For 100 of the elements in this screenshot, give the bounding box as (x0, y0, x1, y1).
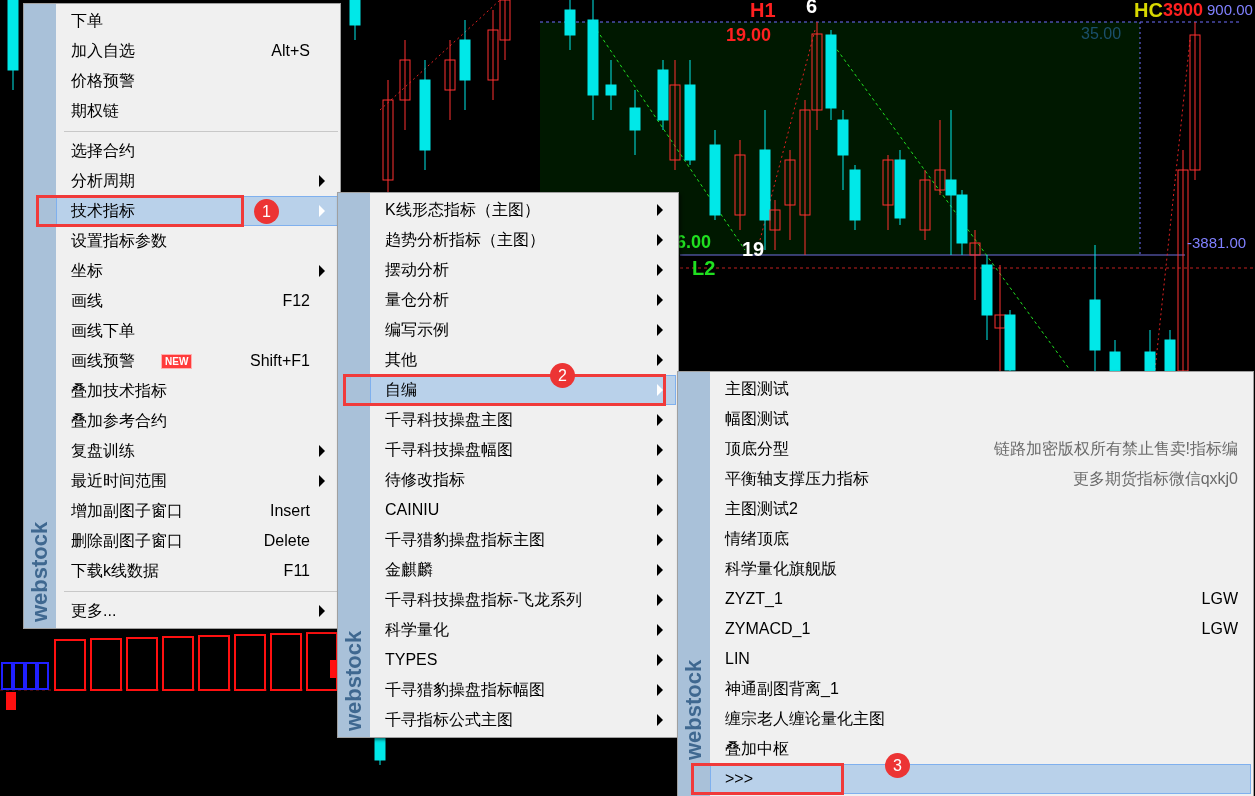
menu-item[interactable]: 幅图测试 (710, 404, 1251, 434)
menu-item-label: 科学量化 (385, 620, 449, 640)
menu-item[interactable]: 科学量化 (370, 615, 676, 645)
menu-item-label: 千寻猎豹操盘指标幅图 (385, 680, 545, 700)
menu-item[interactable]: 删除副图子窗口 Delete (56, 526, 338, 556)
menu-item[interactable]: ZYZT_1 LGW (710, 584, 1251, 614)
menu-item-label: 金麒麟 (385, 560, 433, 580)
menu-item[interactable]: 复盘训练 (56, 436, 338, 466)
menu-item-label: 编写示例 (385, 320, 449, 340)
candlestick (1109, 339, 1121, 372)
menu-item-label: 分析周期 (71, 171, 135, 191)
menu-item[interactable]: 期权链 (56, 96, 338, 126)
menu-item-label: 神通副图背离_1 (725, 679, 839, 699)
menu-item[interactable]: 编写示例 (370, 315, 676, 345)
menu-item-label: TYPES (385, 650, 438, 670)
menu-item-label: 技术指标 (71, 201, 135, 221)
menu-item[interactable]: 增加副图子窗口 Insert (56, 496, 338, 526)
menu-item[interactable]: 叠加技术指标 (56, 376, 338, 406)
menu-item-shortcut: LGW (1201, 589, 1238, 609)
menu-item[interactable]: 千寻科技操盘主图 (370, 405, 676, 435)
menu-item[interactable]: K线形态指标（主图） (370, 195, 676, 225)
menu-item[interactable]: 主图测试 (710, 374, 1251, 404)
menu-item-label: 缠宗老人缠论量化主图 (725, 709, 885, 729)
menu-item[interactable]: 千寻猎豹操盘指标幅图 (370, 675, 676, 705)
chart-label: 3900 (1163, 1, 1204, 19)
menu-item-label: 主图测试2 (725, 499, 798, 519)
menu-item[interactable]: 千寻指标公式主图 (370, 705, 676, 735)
menu-item[interactable]: 千寻猎豹操盘指标主图 (370, 525, 676, 555)
candlestick (349, 0, 361, 41)
menu-item-label: 设置指标参数 (71, 231, 167, 251)
menu-item-label: 删除副图子窗口 (71, 531, 183, 551)
menu-item-shortcut: Alt+S (271, 41, 310, 61)
menu-item-shortcut: 链路加密版权所有禁止售卖!指标编 (993, 439, 1238, 459)
menu-item-label: 量仓分析 (385, 290, 449, 310)
menu-item-label: ZYMACD_1 (725, 619, 811, 639)
menu-item[interactable]: 画线下单 (56, 316, 338, 346)
menu-item[interactable]: 选择合约 (56, 136, 338, 166)
candlestick (605, 59, 617, 111)
menu-item-label: K线形态指标（主图） (385, 200, 540, 220)
brand-logo: webstock (29, 521, 51, 622)
menu-item[interactable]: TYPES (370, 645, 676, 675)
menu-item[interactable]: 顶底分型 链路加密版权所有禁止售卖!指标编 (710, 434, 1251, 464)
chart-label: 6 (806, 0, 818, 16)
menu-item-label: 下单 (71, 11, 103, 31)
menu-item[interactable]: 叠加参考合约 (56, 406, 338, 436)
menu-item[interactable]: 金麒麟 (370, 555, 676, 585)
menu-item[interactable]: 加入自选 Alt+S (56, 36, 338, 66)
menu-item[interactable]: 科学量化旗舰版 (710, 554, 1251, 584)
menu-item[interactable]: 设置指标参数 (56, 226, 338, 256)
menu-item-shortcut: LGW (1201, 619, 1238, 639)
menu-item[interactable]: 情绪顶底 (710, 524, 1251, 554)
menu-item[interactable]: 千寻科技操盘指标-飞龙系列 (370, 585, 676, 615)
menu-item-label: 价格预警 (71, 71, 135, 91)
menu-item-shortcut: Insert (270, 501, 310, 521)
menu-item[interactable]: 趋势分析指标（主图） (370, 225, 676, 255)
candlestick (198, 635, 230, 691)
new-badge: NEW (161, 353, 193, 369)
menu-item-label: LIN (725, 649, 750, 669)
menu-item-shortcut: 更多期货指标微信qxkj0 (1072, 469, 1238, 489)
chart-label: L2 (692, 258, 716, 278)
menu-item-label: 加入自选 (71, 41, 135, 61)
menu-item-label: 待修改指标 (385, 470, 465, 490)
menu-item-label: 千寻科技操盘主图 (385, 410, 513, 430)
menu-item[interactable]: 下载k线数据 F11 (56, 556, 338, 586)
menu-item-label: 情绪顶底 (725, 529, 789, 549)
menu-item[interactable]: 画线 F12 (56, 286, 338, 316)
candlestick (629, 89, 641, 156)
menu-item[interactable]: 神通副图背离_1 (710, 674, 1251, 704)
menu-item[interactable]: 摆动分析 (370, 255, 676, 285)
menu-item-label: 最近时间范围 (71, 471, 167, 491)
candlestick (1144, 329, 1156, 372)
menu-item-label: CAINIU (385, 500, 440, 520)
menu-item-label: ZYZT_1 (725, 589, 783, 609)
menu-item[interactable]: 价格预警 (56, 66, 338, 96)
menu-item-label: 幅图测试 (725, 409, 789, 429)
menu-item[interactable]: 待修改指标 (370, 465, 676, 495)
menu-item-shortcut: F12 (282, 291, 310, 311)
menu-item[interactable]: LIN (710, 644, 1251, 674)
menu-item-label: 千寻猎豹操盘指标主图 (385, 530, 545, 550)
menu-item[interactable]: ZYMACD_1 LGW (710, 614, 1251, 644)
menu-item[interactable]: 量仓分析 (370, 285, 676, 315)
menu-item-label: 叠加中枢 (725, 739, 789, 759)
menu-item[interactable]: CAINIU (370, 495, 676, 525)
menu-item[interactable]: 缠宗老人缠论量化主图 (710, 704, 1251, 734)
menu-item[interactable]: 千寻科技操盘幅图 (370, 435, 676, 465)
menu-item[interactable]: 分析周期 (56, 166, 338, 196)
menu-item[interactable]: 最近时间范围 (56, 466, 338, 496)
chart-label: 900.00 (1207, 2, 1253, 17)
menu-item-label: 主图测试 (725, 379, 789, 399)
menu-item-label: 更多... (71, 601, 117, 621)
menu-item[interactable]: 平衡轴支撑压力指标 更多期货指标微信qxkj0 (710, 464, 1251, 494)
menu-item[interactable]: 画线预警 NEW Shift+F1 (56, 346, 338, 376)
chart-label: 19.00 (726, 26, 772, 44)
menu-item-label: 趋势分析指标（主图） (385, 230, 545, 250)
step-number: 2 (550, 363, 575, 388)
menu-item[interactable]: 坐标 (56, 256, 338, 286)
menu-item[interactable]: 更多... (56, 596, 338, 626)
candlestick (6, 692, 16, 710)
menu-item[interactable]: 下单 (56, 6, 338, 36)
menu-item[interactable]: 主图测试2 (710, 494, 1251, 524)
